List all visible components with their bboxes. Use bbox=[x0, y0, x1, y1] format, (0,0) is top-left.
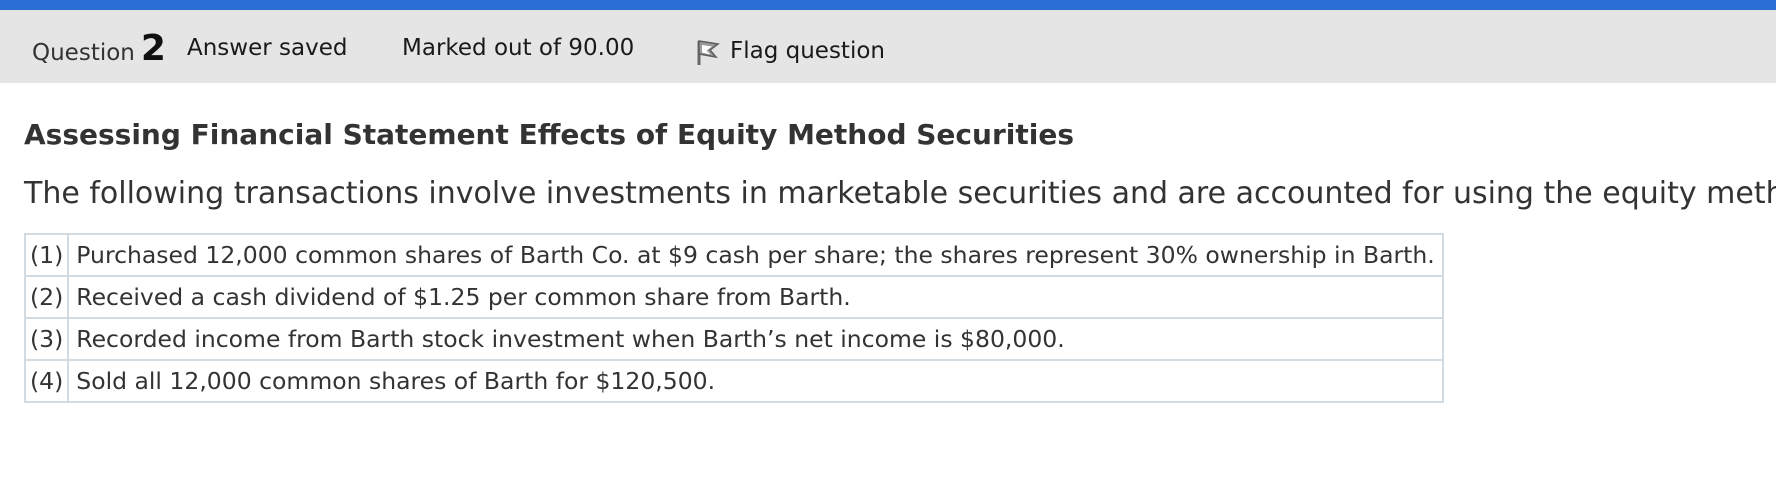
transaction-text: Sold all 12,000 common shares of Barth f… bbox=[67, 359, 1444, 403]
flag-icon bbox=[696, 37, 722, 67]
table-row: (1) Purchased 12,000 common shares of Ba… bbox=[23, 233, 1444, 277]
top-accent-bar bbox=[0, 0, 1776, 10]
transaction-number: (1) bbox=[23, 233, 70, 277]
flag-question-button[interactable]: Flag question bbox=[696, 35, 885, 67]
transaction-text: Recorded income from Barth stock investm… bbox=[67, 317, 1444, 361]
grade-info: Marked out of 90.00 bbox=[402, 35, 635, 61]
transaction-number: (3) bbox=[23, 317, 70, 361]
table-row: (4) Sold all 12,000 common shares of Bar… bbox=[23, 359, 1444, 403]
question-word: Question bbox=[32, 40, 135, 66]
question-number-label: Question 2 bbox=[32, 28, 166, 69]
table-row: (2) Received a cash dividend of $1.25 pe… bbox=[23, 275, 1444, 319]
answer-state: Answer saved bbox=[187, 35, 348, 61]
transaction-text: Purchased 12,000 common shares of Barth … bbox=[67, 233, 1444, 277]
transaction-number: (4) bbox=[23, 359, 70, 403]
transaction-text: Received a cash dividend of $1.25 per co… bbox=[67, 275, 1444, 319]
table-row: (3) Recorded income from Barth stock inv… bbox=[23, 317, 1444, 361]
question-info-bar: Question 2 Answer saved Marked out of 90… bbox=[0, 10, 1776, 83]
question-number: 2 bbox=[140, 28, 166, 69]
flag-question-label: Flag question bbox=[730, 38, 885, 64]
transaction-number: (2) bbox=[23, 275, 70, 319]
question-title: Assessing Financial Statement Effects of… bbox=[24, 118, 1074, 151]
transactions-table: (1) Purchased 12,000 common shares of Ba… bbox=[23, 233, 1444, 403]
question-intro: The following transactions involve inves… bbox=[24, 176, 1776, 211]
